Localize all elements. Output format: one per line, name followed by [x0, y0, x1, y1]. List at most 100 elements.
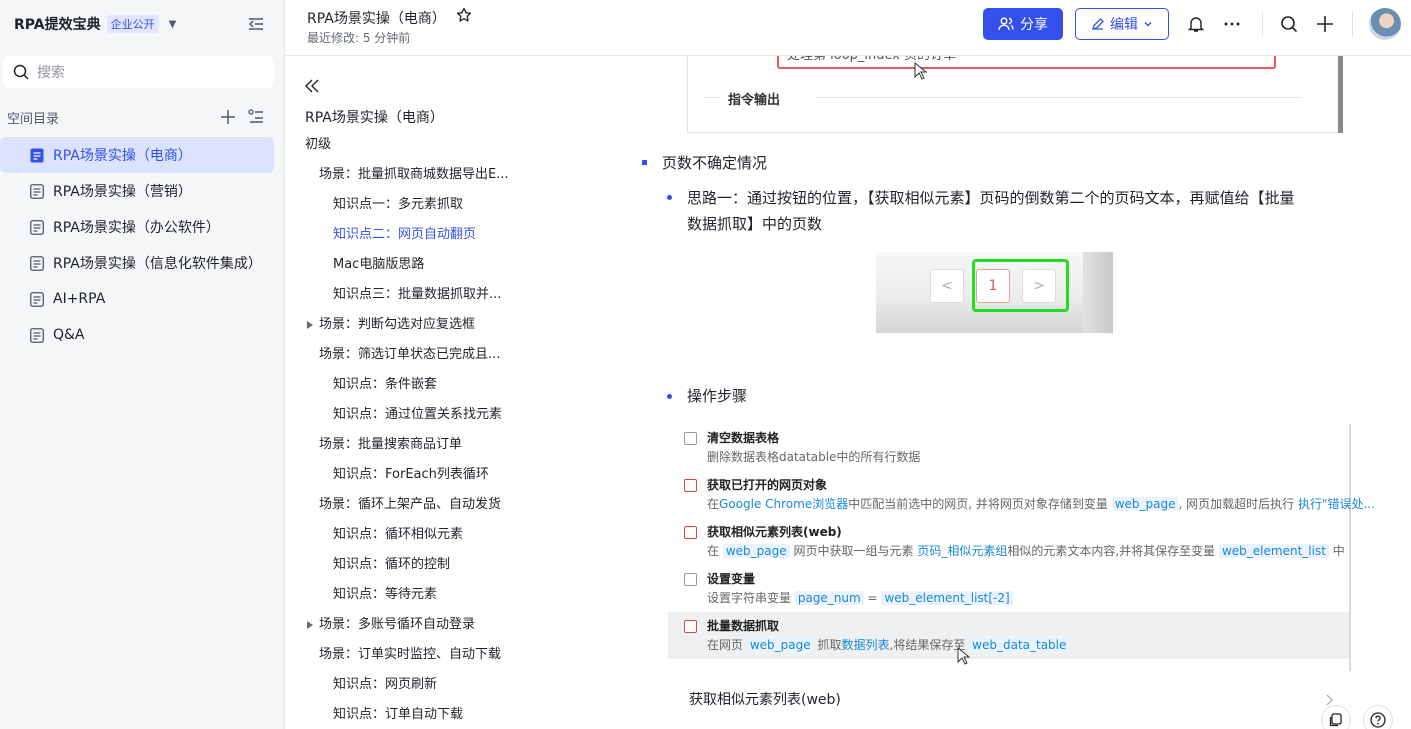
step-title: 设置变量: [707, 572, 756, 586]
sidebar-item-marketing[interactable]: RPA场景实操（营销）: [0, 173, 274, 209]
toc-item[interactable]: 知识点三：批量数据抓取并...: [285, 280, 635, 310]
sidebar-item-ai-rpa[interactable]: AI+RPA: [0, 281, 274, 317]
toc-item[interactable]: 知识点：网页刷新: [285, 670, 635, 700]
toc-item[interactable]: 场景：多账号循环自动登录: [285, 610, 635, 640]
sidebar-item-office[interactable]: RPA场景实操（办公软件）: [0, 209, 274, 245]
search-box[interactable]: 搜索: [3, 56, 274, 88]
steps-screenshot[interactable]: 清空数据表格 删除数据表格datatable中的所有行数据 获取已打开的网页对象…: [668, 424, 1375, 671]
document-icon: [30, 219, 44, 235]
step-title: 清空数据表格: [707, 431, 780, 445]
embedded-screenshot-top: 处理第 loop_index 页的订单 指令输出: [687, 56, 1343, 133]
toc-list: 初级 场景：批量抓取商城数据导出E... 知识点一：多元素抓取 知识点二：网页自…: [285, 130, 635, 729]
toc-item[interactable]: 初级: [285, 130, 635, 160]
table-icon: [684, 432, 697, 445]
sidebar-item-qa[interactable]: Q&A: [0, 317, 274, 353]
search-placeholder: 搜索: [37, 65, 65, 81]
sidebar-item-label: RPA场景实操（信息化软件集成）: [53, 256, 262, 272]
mouse-cursor-icon: [957, 647, 971, 665]
step-desc: 在Google Chrome浏览器中匹配当前选中的网页, 并将网页对象存储到变量…: [707, 497, 1375, 511]
sidebar-item-label: RPA场景实操（营销）: [53, 184, 192, 200]
document-icon: [30, 327, 44, 343]
toc-group: 场景：判断勾选对应复选框: [285, 310, 635, 340]
toc-item[interactable]: 场景：判断勾选对应复选框: [285, 310, 635, 340]
share-label: 分享: [1020, 17, 1048, 33]
toc-item[interactable]: 知识点：订单自动下载: [285, 700, 635, 729]
list-options-icon[interactable]: [247, 108, 265, 126]
doc-content: 处理第 loop_index 页的订单 指令输出 页数不确定情况 思路一：通过按…: [635, 56, 1411, 729]
chevron-down-icon: [1144, 22, 1152, 27]
toc-item[interactable]: 知识点：循环的控制: [285, 550, 635, 580]
scrollbar: [1338, 56, 1343, 133]
toc-item[interactable]: 场景：循环上架产品、自动发货: [285, 490, 635, 520]
more-icon[interactable]: [1223, 15, 1241, 33]
avatar[interactable]: [1369, 8, 1401, 40]
output-section-label: 指令输出: [728, 93, 781, 108]
pager-prev: <: [930, 269, 964, 303]
collapse-toc-icon[interactable]: [304, 78, 320, 94]
step-clear-table: 清空数据表格 删除数据表格datatable中的所有行数据: [668, 424, 1349, 471]
variable-icon: [684, 573, 697, 586]
step-title: 批量数据抓取: [707, 619, 780, 633]
toc-item[interactable]: 场景：筛选订单状态已完成且...: [285, 340, 635, 370]
divider: [704, 97, 720, 98]
step-desc: 在 web_page 网页中获取一组与元素 页码_相似元素组相似的元素文本内容,…: [707, 544, 1345, 558]
step-set-variable: 设置变量 设置字符串变量 page_num = web_element_list…: [668, 565, 1349, 612]
document-stack-icon: [1329, 713, 1342, 727]
step-title: 获取相似元素列表(web): [707, 525, 842, 539]
section-caption[interactable]: 获取相似元素列表(web): [682, 686, 1342, 716]
toc-item[interactable]: 知识点一：多元素抓取: [285, 190, 635, 220]
share-button[interactable]: 分享: [983, 8, 1063, 40]
bullet-dot: [667, 195, 672, 200]
pagination-screenshot[interactable]: < 1 >: [876, 252, 1113, 333]
divider: [815, 97, 1301, 98]
idea-text-line2: 数据抓取】中的页数: [687, 215, 823, 233]
visibility-badge: 企业公开: [106, 15, 159, 33]
doc-title: RPA场景实操（电商）: [307, 11, 446, 27]
steps-heading: 操作步骤: [687, 387, 748, 405]
toc-item[interactable]: 场景：订单实时监控、自动下载: [285, 640, 635, 670]
search-icon[interactable]: [1280, 15, 1298, 33]
help-button[interactable]: [1363, 705, 1393, 729]
step-desc: 设置字符串变量 page_num = web_element_list[-2]: [707, 589, 1013, 606]
caret-down-icon: ▼: [168, 18, 177, 30]
sidebar-item-ecommerce[interactable]: RPA场景实操（电商）: [0, 137, 274, 173]
bell-icon[interactable]: [1187, 15, 1205, 33]
toc-item[interactable]: 知识点：ForEach列表循环: [285, 460, 635, 490]
toc-item-active[interactable]: 知识点二：网页自动翻页: [285, 220, 635, 250]
toc-item[interactable]: 场景：批量抓取商城数据导出E...: [285, 160, 635, 190]
space-directory-title: 空间目录: [7, 112, 60, 127]
collapse-sidebar-icon[interactable]: [247, 15, 265, 33]
browser-icon: [684, 620, 697, 633]
add-icon[interactable]: [219, 108, 237, 126]
toc-title[interactable]: RPA场景实操（电商）: [305, 107, 444, 127]
toc-item[interactable]: 知识点：等待元素: [285, 580, 635, 610]
doc-outline-button[interactable]: [1321, 705, 1351, 729]
toc-item[interactable]: Mac电脑版思路: [285, 250, 635, 280]
document-icon: [30, 291, 44, 307]
left-sidebar: RPA提效宝典 企业公开 ▼ 搜索 空间目录 RPA场景实操（电商） RPA场景…: [0, 0, 285, 729]
edit-button[interactable]: 编辑: [1075, 8, 1169, 40]
toc-item[interactable]: 知识点：通过位置关系找元素: [285, 400, 635, 430]
space-name: RPA提效宝典: [14, 17, 101, 33]
browser-icon: [684, 526, 697, 539]
header-divider: [1352, 12, 1353, 36]
space-switcher[interactable]: RPA提效宝典 企业公开 ▼: [14, 14, 176, 34]
step-desc: 删除数据表格datatable中的所有行数据: [707, 450, 921, 464]
step-batch-scrape: 批量数据抓取 在网页 web_page 抓取数据列表,将结果保存至 web_da…: [668, 612, 1349, 659]
plus-icon[interactable]: [1316, 15, 1334, 33]
step-title: 获取已打开的网页对象: [707, 478, 828, 492]
step-desc: 在网页 web_page 抓取数据列表,将结果保存至 web_data_tabl…: [707, 636, 1070, 653]
help-icon: [1370, 712, 1386, 728]
edit-label: 编辑: [1110, 17, 1138, 33]
sidebar-item-integration[interactable]: RPA场景实操（信息化软件集成）: [0, 245, 274, 281]
toc-item[interactable]: 场景：批量搜索商品订单: [285, 430, 635, 460]
toc-item[interactable]: 知识点：条件嵌套: [285, 370, 635, 400]
document-icon: [30, 183, 44, 199]
heading-page-count: 页数不确定情况: [662, 154, 768, 172]
app-window: RPA提效宝典 企业公开 ▼ 搜索 空间目录 RPA场景实操（电商） RPA场景…: [0, 0, 1411, 729]
sidebar-item-label: RPA场景实操（办公软件）: [53, 220, 220, 236]
toc-item[interactable]: 知识点：循环相似元素: [285, 520, 635, 550]
bullet-square: [642, 160, 647, 165]
star-icon[interactable]: [456, 7, 472, 23]
idea-text-line1: 思路一：通过按钮的位置，【获取相似元素】页码的倒数第二个的页码文本，再赋值给【批…: [687, 189, 1295, 207]
